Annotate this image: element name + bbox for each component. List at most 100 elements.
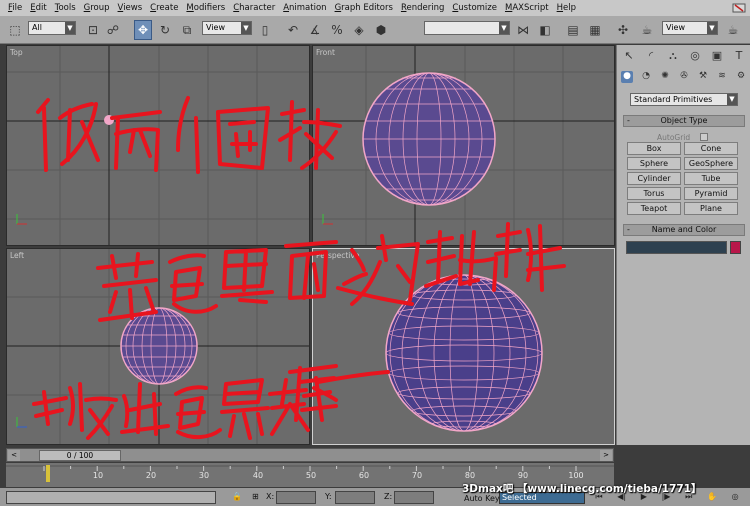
teapot-button[interactable]: Teapot [627, 202, 681, 215]
menu-rendering[interactable]: Rendering [401, 3, 444, 13]
wire-sphere-perspective[interactable] [385, 274, 543, 432]
menu-maxscript[interactable]: MAXScript [505, 3, 549, 13]
viewport-perspective[interactable]: Perspective [312, 248, 615, 445]
named-selection-icon[interactable]: ⬢ [372, 20, 390, 40]
percent-snap-icon[interactable]: % [328, 20, 346, 40]
select-by-name-icon[interactable]: ☍ [104, 20, 122, 40]
pyramid-button[interactable]: Pyramid [684, 187, 738, 200]
viewport-label-front[interactable]: Front [316, 48, 335, 57]
plane-button[interactable]: Plane [684, 202, 738, 215]
time-slider[interactable]: < 0 / 100 > [6, 448, 614, 462]
transform-mode-icon[interactable]: ⊞ [252, 492, 259, 501]
select-object-icon[interactable]: ⊡ [84, 20, 102, 40]
reference-coordinate-dropdown[interactable]: View ▼ [202, 21, 252, 35]
viewport-top-grid [7, 46, 309, 245]
tube-button[interactable]: Tube [684, 172, 738, 185]
menu-animation[interactable]: Animation [283, 3, 326, 13]
x-coord-input[interactable] [276, 491, 316, 504]
keyframe-marker[interactable] [46, 465, 50, 482]
autogrid-checkbox[interactable] [700, 133, 708, 141]
geometry-icon[interactable]: ● [621, 71, 633, 83]
menu-file[interactable]: File [8, 3, 22, 13]
render-setup-icon[interactable]: ☕ [638, 20, 656, 40]
tick-label: 40 [252, 471, 264, 480]
next-frame-icon[interactable]: > [600, 450, 612, 461]
undo-icon[interactable]: ⬚ [6, 20, 24, 40]
lights-icon[interactable]: ✺ [659, 71, 671, 83]
align-icon[interactable]: ◧ [536, 20, 554, 40]
x-coord-label: X: [266, 492, 275, 501]
render-view-dropdown[interactable]: View ▼ [662, 21, 718, 35]
lock-selection-icon[interactable]: 🔒 [232, 492, 242, 501]
menu-help[interactable]: Help [557, 3, 576, 13]
select-rotate-icon[interactable]: ↻ [156, 20, 174, 40]
create-tab-icon[interactable]: ↖ [621, 49, 637, 63]
z-coord-input[interactable] [394, 491, 434, 504]
cone-button[interactable]: Cone [684, 142, 738, 155]
tick-label: 100 [568, 471, 584, 480]
cylinder-button[interactable]: Cylinder [627, 172, 681, 185]
selection-filter-dropdown[interactable]: All ▼ [28, 21, 76, 35]
menu-character[interactable]: Character [233, 3, 275, 13]
previous-frame-icon[interactable]: < [8, 450, 20, 461]
object-color-swatch[interactable] [730, 241, 741, 254]
object-type-rollout[interactable]: - Object Type [623, 115, 745, 127]
menu-modifiers[interactable]: Modifiers [186, 3, 225, 13]
main-toolbar: ⬚ All ▼ ⊡ ☍ ✥ ↻ ⧉ View ▼ ▯ ↶ ∡ % ◈ ⬢ ▼ ⋈… [0, 16, 750, 44]
torus-button[interactable]: Torus [627, 187, 681, 200]
primitive-category-dropdown[interactable]: Standard Primitives ▼ [630, 93, 738, 106]
viewport-top[interactable]: Top [6, 45, 310, 246]
maxscript-listener-mini[interactable] [6, 491, 216, 504]
mirror-icon[interactable]: ⋈ [514, 20, 532, 40]
orbit-icon[interactable]: ◎ [732, 492, 739, 504]
space-warps-icon[interactable]: ≋ [716, 71, 728, 83]
viewport-label-top[interactable]: Top [10, 48, 23, 57]
select-move-icon[interactable]: ✥ [134, 20, 152, 40]
spinner-snap-icon[interactable]: ◈ [350, 20, 368, 40]
restore-window-icon[interactable] [732, 3, 746, 13]
menu-customize[interactable]: Customize [452, 3, 497, 13]
material-editor-icon[interactable]: ✣ [614, 20, 632, 40]
angle-snap-icon[interactable]: ∡ [306, 20, 324, 40]
menu-create[interactable]: Create [150, 3, 178, 13]
select-scale-icon[interactable]: ⧉ [178, 20, 196, 40]
viewport-left[interactable]: Left [6, 248, 310, 445]
utilities-tab-icon[interactable]: T [731, 49, 747, 63]
wire-sphere-left[interactable] [120, 307, 198, 385]
motion-tab-icon[interactable]: ◎ [687, 49, 703, 63]
z-coord-label: Z: [384, 492, 393, 501]
menu-views[interactable]: Views [118, 3, 143, 13]
display-tab-icon[interactable]: ▣ [709, 49, 725, 63]
viewport-label-left[interactable]: Left [10, 251, 24, 260]
layer-manager-icon[interactable]: ▤ [564, 20, 582, 40]
named-selection-set-dropdown[interactable]: ▼ [424, 21, 510, 35]
menu-tools[interactable]: Tools [55, 3, 76, 13]
helpers-icon[interactable]: ⚒ [697, 71, 709, 83]
menu-graph-editors[interactable]: Graph Editors [335, 3, 393, 13]
y-coord-input[interactable] [335, 491, 375, 504]
viewport-label-perspective[interactable]: Perspective [316, 251, 359, 260]
snap-toggle-icon[interactable]: ↶ [284, 20, 302, 40]
name-and-color-rollout[interactable]: - Name and Color [623, 224, 745, 236]
tiny-sphere[interactable] [104, 115, 114, 125]
pan-icon[interactable]: ✋ [707, 492, 717, 504]
viewport-front[interactable]: Front [312, 45, 615, 246]
sphere-button[interactable]: Sphere [627, 157, 681, 170]
geosphere-button[interactable]: GeoSphere [684, 157, 738, 170]
tick-label: 90 [517, 471, 529, 480]
hierarchy-tab-icon[interactable]: ⛬ [665, 49, 681, 63]
shapes-icon[interactable]: ◔ [640, 71, 652, 83]
object-name-input[interactable] [626, 241, 727, 254]
wire-sphere-front[interactable] [362, 72, 496, 206]
cameras-icon[interactable]: ✇ [678, 71, 690, 83]
modify-tab-icon[interactable]: ◜ [643, 49, 659, 63]
menu-group[interactable]: Group [84, 3, 110, 13]
box-button[interactable]: Box [627, 142, 681, 155]
menu-edit[interactable]: Edit [30, 3, 46, 13]
time-slider-thumb[interactable]: 0 / 100 [39, 450, 121, 461]
frame-display: 0 / 100 [66, 451, 94, 460]
pivot-center-icon[interactable]: ▯ [256, 20, 274, 40]
quick-render-icon[interactable]: ☕ [724, 20, 742, 40]
curve-editor-icon[interactable]: ▦ [586, 20, 604, 40]
systems-icon[interactable]: ⚙ [735, 71, 747, 83]
